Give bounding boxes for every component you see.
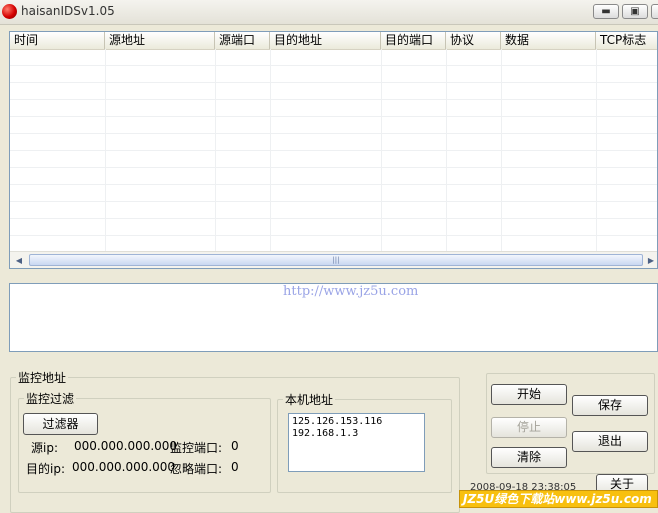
scroll-right-arrow-icon[interactable]: ▶: [643, 253, 657, 268]
column-divider: [596, 49, 597, 251]
column-header-dst-addr[interactable]: 目的地址: [270, 32, 381, 49]
list-item[interactable]: 192.168.1.3: [292, 428, 421, 440]
column-header-src-addr[interactable]: 源地址: [105, 32, 215, 49]
table-row: [10, 185, 657, 202]
column-divider: [501, 49, 502, 251]
packet-list[interactable]: 时间 源地址 源端口 目的地址 目的端口 协议 数据 TCP标志 ◀ ||| ▶: [9, 31, 658, 269]
column-divider: [105, 49, 106, 251]
ignore-port-label: 忽略端口:: [170, 462, 223, 476]
monitor-group-label: 监控地址: [16, 371, 69, 385]
horizontal-scrollbar[interactable]: ◀ ||| ▶: [10, 251, 657, 268]
close-button[interactable]: [651, 4, 658, 19]
start-button[interactable]: 开始: [491, 384, 567, 405]
column-header-tcp-flags[interactable]: TCP标志: [596, 32, 657, 49]
scrollbar-thumb[interactable]: |||: [29, 254, 643, 266]
maximize-button[interactable]: ▣: [622, 4, 648, 19]
table-row: [10, 117, 657, 134]
column-divider: [215, 49, 216, 251]
table-row: [10, 83, 657, 100]
table-row: [10, 168, 657, 185]
list-header: 时间 源地址 源端口 目的地址 目的端口 协议 数据 TCP标志: [10, 32, 657, 50]
table-row: [10, 100, 657, 117]
table-row: [10, 49, 657, 66]
local-address-list[interactable]: 125.126.153.116 192.168.1.3: [288, 413, 425, 472]
column-divider: [270, 49, 271, 251]
table-row: [10, 219, 657, 236]
filter-group-label: 监控过滤: [24, 392, 77, 406]
app-icon: [2, 4, 17, 19]
monitor-port-value: 0: [231, 439, 239, 453]
minimize-button[interactable]: ▬: [593, 4, 619, 19]
local-address-group-label: 本机地址: [283, 393, 336, 407]
list-item[interactable]: 125.126.153.116: [292, 416, 421, 428]
src-ip-label: 源ip:: [31, 441, 58, 455]
column-divider: [381, 49, 382, 251]
table-row: [10, 134, 657, 151]
dst-ip-label: 目的ip:: [26, 462, 65, 476]
ignore-port-value: 0: [231, 460, 239, 474]
save-button[interactable]: 保存: [572, 395, 648, 416]
column-header-time[interactable]: 时间: [10, 32, 105, 49]
column-header-protocol[interactable]: 协议: [446, 32, 501, 49]
table-row: [10, 66, 657, 83]
column-header-src-port[interactable]: 源端口: [215, 32, 270, 49]
footer-watermark: JZ5U绿色下载站www.jz5u.com: [459, 490, 658, 508]
window-title: haisanIDSv1.05: [21, 4, 115, 18]
clear-button[interactable]: 清除: [491, 447, 567, 468]
watermark-url: http://www.jz5u.com: [283, 284, 419, 299]
column-header-data[interactable]: 数据: [501, 32, 596, 49]
table-row: [10, 151, 657, 168]
exit-button[interactable]: 退出: [572, 431, 648, 452]
dst-ip-value: 000.000.000.000: [72, 460, 176, 474]
filter-button[interactable]: 过滤器: [23, 413, 98, 435]
column-header-dst-port[interactable]: 目的端口: [381, 32, 446, 49]
monitor-port-label: 监控端口:: [170, 441, 223, 455]
scroll-left-arrow-icon[interactable]: ◀: [11, 253, 27, 268]
src-ip-value: 000.000.000.000: [74, 439, 178, 453]
table-row: [10, 202, 657, 219]
column-divider: [446, 49, 447, 251]
stop-button[interactable]: 停止: [491, 417, 567, 438]
